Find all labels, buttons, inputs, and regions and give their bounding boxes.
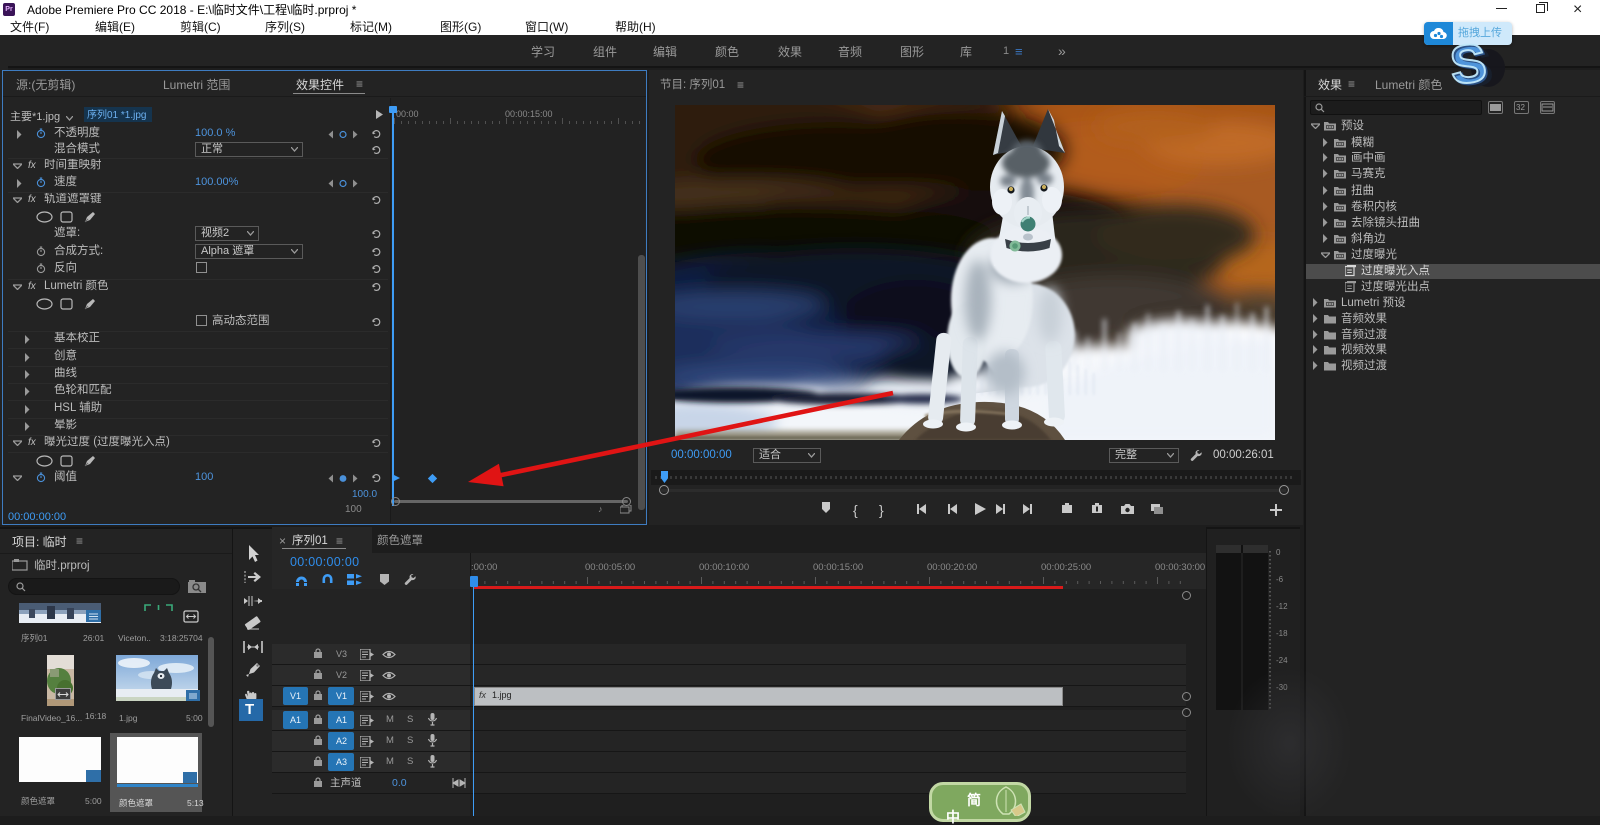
svg-text:}: } — [879, 502, 884, 518]
svg-text:{: { — [853, 502, 858, 518]
svg-text:S: S — [1447, 38, 1489, 90]
